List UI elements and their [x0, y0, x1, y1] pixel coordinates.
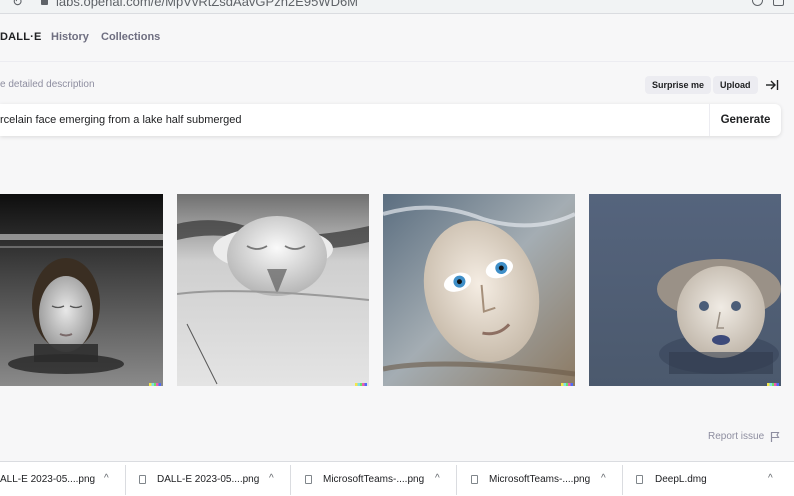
result-image-2[interactable] — [177, 194, 369, 386]
image-watermark — [149, 383, 161, 386]
reload-icon[interactable]: ↻ — [12, 0, 23, 10]
download-filename: MicrosoftTeams-....png — [323, 474, 425, 485]
chevron-up-icon[interactable]: ^ — [435, 473, 440, 484]
generate-button[interactable]: Generate — [710, 104, 781, 136]
downloads-shelf: ALL-E 2023-05....png ^ DALL-E 2023-05...… — [0, 461, 794, 496]
app-header: DALL·E History Collections — [0, 14, 794, 62]
disk-image-icon — [636, 475, 643, 484]
collapse-arrow-icon[interactable] — [765, 78, 779, 92]
surprise-me-button[interactable]: Surprise me — [645, 76, 712, 94]
file-icon — [471, 475, 478, 484]
url-field[interactable]: labs.openai.com/e/MpVvRtZsdAavGPzh2E95WD… — [56, 0, 358, 9]
download-item[interactable]: MicrosoftTeams-....png ^ — [291, 462, 455, 496]
report-issue-link[interactable]: Report issue — [708, 431, 764, 442]
chevron-up-icon[interactable]: ^ — [768, 473, 773, 484]
download-filename: MicrosoftTeams-....png — [489, 474, 591, 485]
brand-logo[interactable]: DALL·E — [0, 31, 42, 43]
image-watermark — [561, 383, 573, 386]
image-watermark — [355, 383, 367, 386]
browser-address-bar: ↻ labs.openai.com/e/MpVvRtZsdAavGPzh2E95… — [0, 0, 794, 14]
nav-link-history[interactable]: History — [51, 31, 89, 43]
result-image-4[interactable] — [589, 194, 781, 386]
download-item[interactable]: DALL-E 2023-05....png ^ — [126, 462, 290, 496]
download-item[interactable]: ALL-E 2023-05....png ^ — [0, 462, 124, 496]
lock-icon — [41, 0, 48, 5]
file-icon — [305, 475, 312, 484]
nav-link-collections[interactable]: Collections — [101, 31, 160, 43]
file-icon — [139, 475, 146, 484]
chevron-up-icon[interactable]: ^ — [601, 473, 606, 484]
download-filename: ALL-E 2023-05....png — [0, 474, 96, 485]
chevron-up-icon[interactable]: ^ — [269, 473, 274, 484]
upload-button[interactable]: Upload — [713, 76, 758, 94]
prompt-input[interactable]: rcelain face emerging from a lake half s… — [0, 114, 242, 126]
prompt-input-box[interactable]: rcelain face emerging from a lake half s… — [0, 104, 781, 136]
image-watermark — [767, 383, 779, 386]
prompt-hint: e detailed description — [0, 79, 95, 90]
flag-icon[interactable] — [770, 431, 780, 442]
account-icon[interactable] — [752, 0, 763, 6]
chevron-up-icon[interactable]: ^ — [104, 473, 109, 484]
download-filename: DeepL.dmg — [655, 474, 707, 485]
download-item[interactable]: MicrosoftTeams-....png ^ — [457, 462, 621, 496]
extension-icon[interactable] — [773, 0, 784, 6]
download-filename: DALL-E 2023-05....png — [157, 474, 260, 485]
result-image-3[interactable] — [383, 194, 575, 386]
download-item[interactable]: DeepL.dmg ^ — [623, 462, 794, 496]
result-image-1[interactable] — [0, 194, 163, 386]
